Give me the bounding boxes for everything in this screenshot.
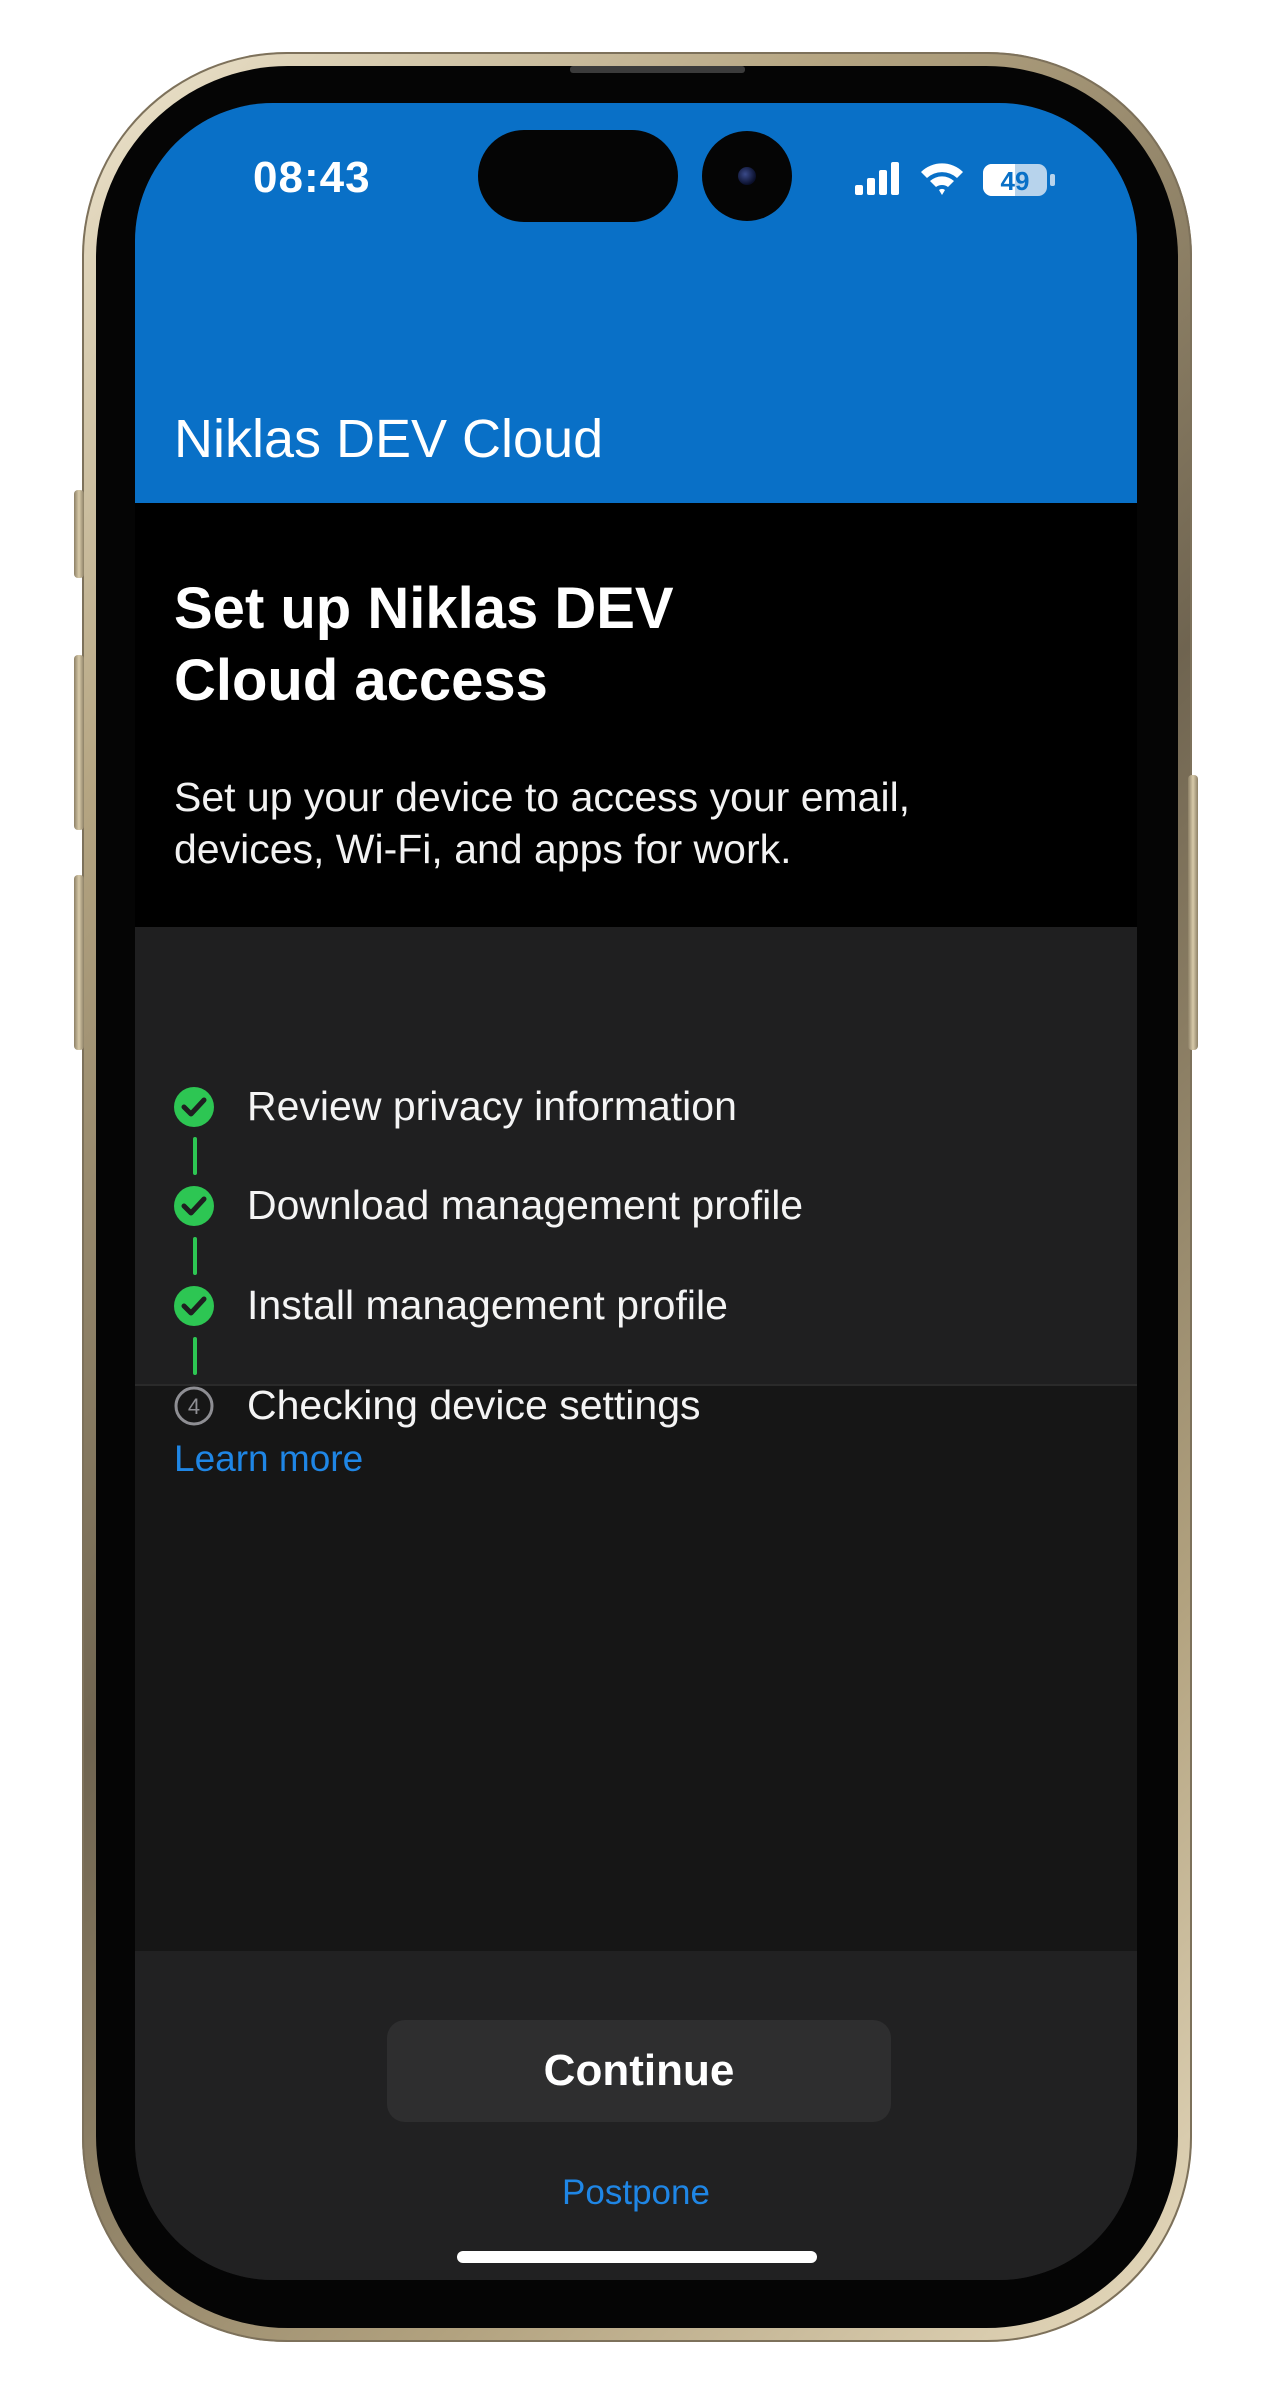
step-connector [193,1137,197,1175]
page-title-line1: Set up Niklas DEV [174,576,674,641]
continue-button[interactable]: Continue [387,2020,891,2122]
step-label: Checking device settings [247,1382,701,1428]
home-indicator[interactable] [457,2251,817,2263]
screen: 08:43 49 Niklas DEV Cloud Set up Niklas … [135,103,1137,2280]
camera-lens [738,167,756,185]
step-label: Download management profile [247,1182,804,1228]
step-connector [193,1337,197,1375]
page-title: Set up Niklas DEV Cloud access [174,573,874,717]
section-divider [135,1384,1137,1386]
learn-more-link[interactable]: Learn more [174,1438,363,1480]
step-label: Review privacy information [247,1083,737,1129]
postpone-link[interactable]: Postpone [135,2173,1137,2213]
page-description: Set up your device to access your email,… [174,771,1074,875]
dynamic-island [478,130,678,222]
step-number: 4 [188,1394,200,1419]
step-connector [193,1237,197,1275]
battery-level: 49 [1001,166,1030,196]
app-title: Niklas DEV Cloud [174,409,604,469]
antenna-band [570,66,745,73]
number-circle-icon: 4 [174,1386,214,1426]
status-icons: 49 [853,159,1133,199]
volume-up-button [74,655,84,830]
wifi-icon [921,163,963,195]
status-time: 08:43 [253,153,371,202]
battery-icon: 49 [983,164,1055,196]
volume-down-button [74,875,84,1050]
step-label: Install management profile [247,1282,728,1328]
check-circle-icon [174,1186,214,1226]
power-button [1188,775,1198,1050]
page-description-line2: devices, Wi-Fi, and apps for work. [174,826,792,872]
check-circle-icon [174,1286,214,1326]
action-button [74,490,84,578]
signal-icon [855,162,899,195]
page-title-line2: Cloud access [174,648,548,713]
check-circle-icon [174,1087,214,1127]
page-description-line1: Set up your device to access your email, [174,774,911,820]
